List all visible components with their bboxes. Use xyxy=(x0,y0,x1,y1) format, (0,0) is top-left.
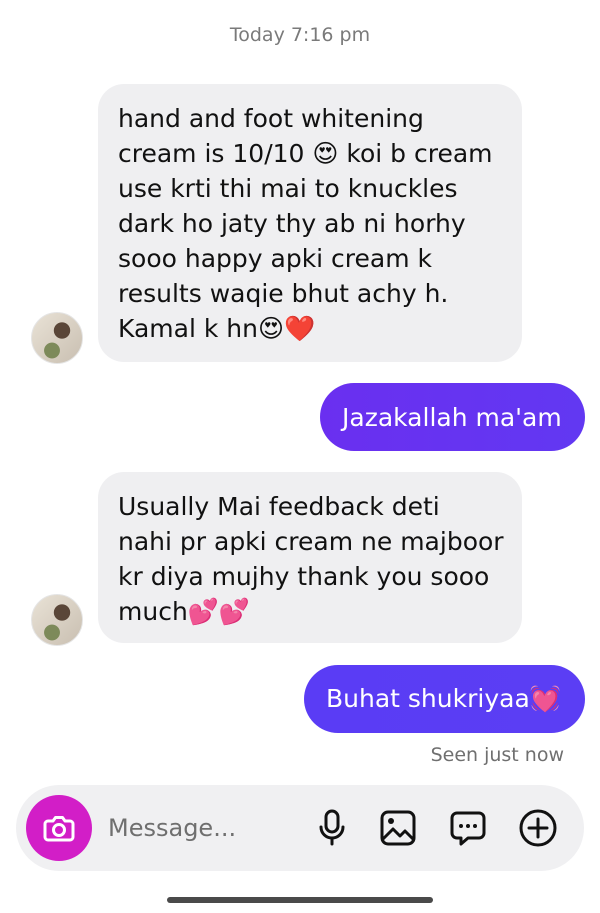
timestamp: Today 7:16 pm xyxy=(229,24,371,46)
microphone-icon xyxy=(319,809,345,846)
message-line: nahi pr apki cream ne majboor xyxy=(118,527,504,556)
sticker-button[interactable] xyxy=(448,808,488,848)
message-text: Jazakallah ma'am xyxy=(342,402,562,432)
message-line: cream is 10/10 😍 koi b cream xyxy=(118,139,493,168)
message-bubble-incoming[interactable]: hand and foot whitening cream is 10/10 😍… xyxy=(98,84,522,362)
seen-status: Seen just now xyxy=(430,744,564,766)
home-indicator[interactable] xyxy=(167,897,433,903)
message-line: much💕💕 xyxy=(118,597,251,626)
message-input[interactable] xyxy=(106,807,290,849)
avatar[interactable] xyxy=(31,594,83,646)
message-line: results waqie bhut achy h. xyxy=(118,279,449,308)
message-text: Buhat shukriyaa💓 xyxy=(326,684,561,713)
message-bubble-incoming[interactable]: Usually Mai feedback deti nahi pr apki c… xyxy=(98,472,522,643)
message-line: Kamal k hn😍❤️ xyxy=(118,314,316,343)
message-line: dark ho jaty thy ab ni horhy xyxy=(118,209,466,238)
message-bubble-outgoing[interactable]: Buhat shukriyaa💓 xyxy=(304,665,585,733)
microphone-button[interactable] xyxy=(312,808,352,848)
sticker-icon xyxy=(450,811,486,846)
message-line: Usually Mai feedback deti xyxy=(118,492,440,521)
message-composer xyxy=(16,785,584,871)
gallery-button[interactable] xyxy=(378,808,418,848)
message-line: use krti thi mai to knuckles xyxy=(118,174,458,203)
plus-icon xyxy=(519,809,557,847)
add-button[interactable] xyxy=(518,808,558,848)
message-line: sooo happy apki cream k xyxy=(118,244,433,273)
message-bubble-outgoing[interactable]: Jazakallah ma'am xyxy=(320,383,585,451)
image-icon xyxy=(380,810,416,846)
message-line: hand and foot whitening xyxy=(118,104,424,133)
message-line: kr diya mujhy thank you sooo xyxy=(118,562,490,591)
camera-icon xyxy=(43,816,75,842)
camera-button[interactable] xyxy=(26,795,92,861)
avatar[interactable] xyxy=(31,312,83,364)
